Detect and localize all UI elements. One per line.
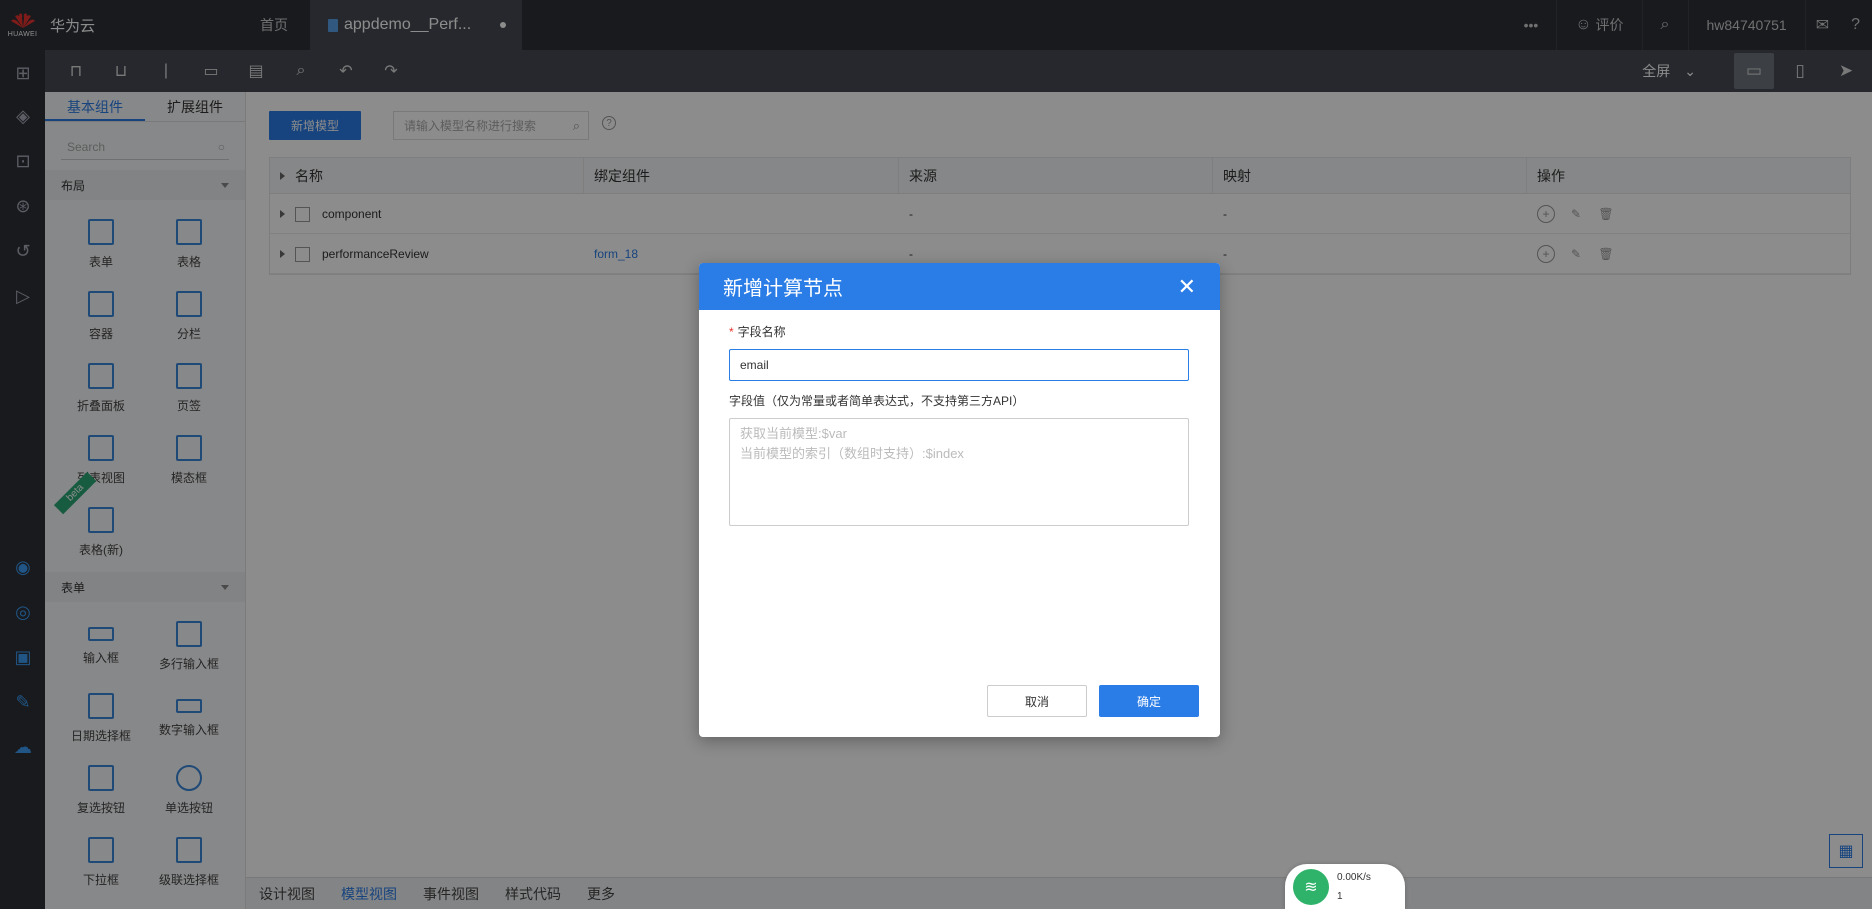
field-value-label: 字段值（仅为常量或者简单表达式，不支持第三方API）: [729, 394, 1025, 408]
textarea-placeholder-line: 获取当前模型:$var: [740, 426, 847, 441]
confirm-button[interactable]: 确定: [1099, 685, 1199, 717]
dialog-title: 新增计算节点: [723, 278, 843, 300]
network-speed: 0.00K/s: [1337, 871, 1371, 883]
textarea-placeholder-line: 当前模型的索引（数组时支持）:$index: [740, 446, 964, 461]
input-value: email: [740, 358, 769, 372]
field-name-label: * 字段名称: [729, 323, 786, 340]
wifi-icon: ≋: [1293, 868, 1329, 905]
field-value-textarea[interactable]: 获取当前模型:$var 当前模型的索引（数组时支持）:$index: [729, 418, 1189, 526]
network-count: 1: [1337, 890, 1343, 902]
label-text: 字段名称: [737, 325, 786, 339]
close-icon[interactable]: ✕: [1178, 275, 1196, 298]
add-compute-node-dialog: 新增计算节点 ✕ * 字段名称 email 字段值（仅为常量或者简单表达式，不支持…: [699, 263, 1220, 737]
network-speed-widget[interactable]: ≋ 0.00K/s 1: [1285, 864, 1405, 909]
cancel-button[interactable]: 取消: [987, 685, 1087, 717]
field-name-input[interactable]: email: [729, 349, 1189, 381]
required-asterisk: *: [729, 325, 734, 339]
